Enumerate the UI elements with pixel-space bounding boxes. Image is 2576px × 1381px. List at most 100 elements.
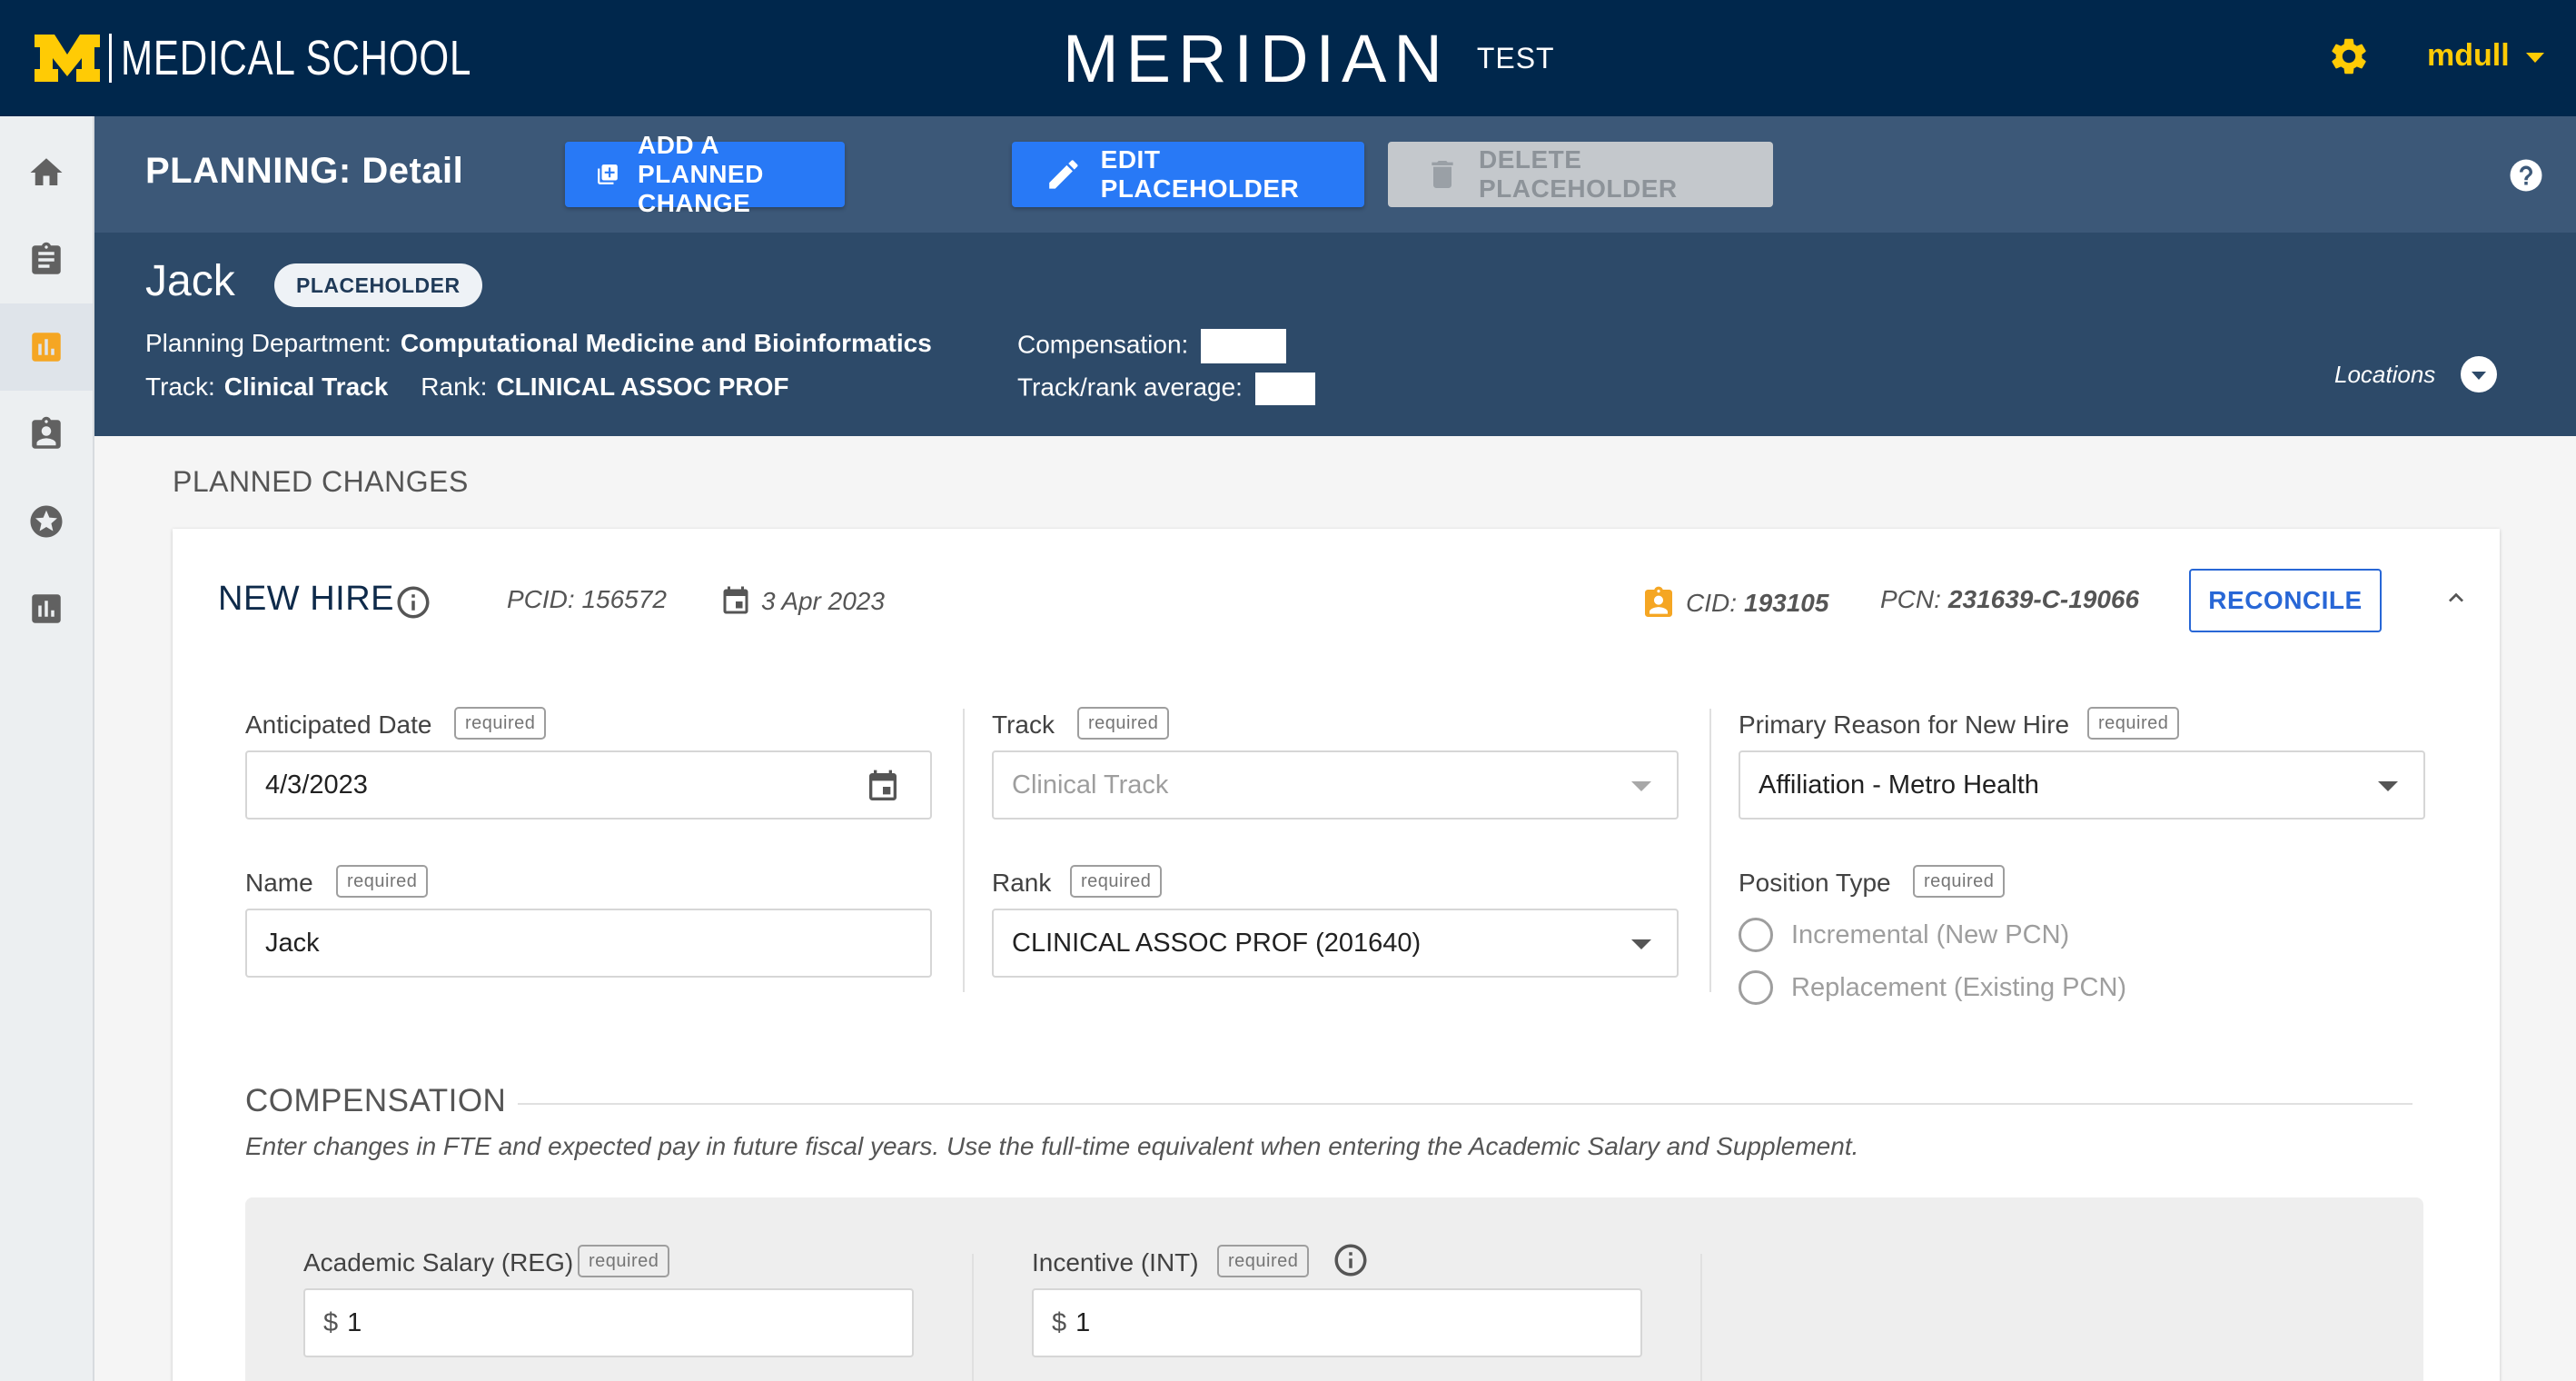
dropdown-arrow-icon — [2378, 781, 2398, 791]
edit-placeholder-label: EDIT PLACEHOLDER — [1100, 145, 1300, 203]
compensation-description: Enter changes in FTE and expected pay in… — [245, 1132, 1859, 1160]
calendar-icon — [723, 586, 748, 614]
track-rank-row: Track: Clinical Track Rank: CLINICAL ASSOC … — [145, 373, 788, 402]
sidebar-item-planning[interactable] — [0, 303, 93, 391]
star-icon — [30, 505, 63, 538]
sidebar-item-favorites[interactable] — [0, 478, 93, 565]
locations-expand-button[interactable] — [2461, 356, 2498, 392]
required-tag: required — [1913, 865, 2006, 898]
block-m-logo-icon — [35, 35, 100, 82]
column-divider — [1700, 1254, 1702, 1381]
required-tag: required — [2087, 707, 2180, 740]
compensation-row: Compensation: — [1017, 329, 1287, 363]
username: mdull — [2427, 38, 2510, 73]
required-tag: required — [578, 1245, 670, 1277]
locations-label: Locations — [2334, 360, 2436, 388]
radio-label: Incremental (New PCN) — [1791, 919, 2070, 949]
placeholder-badge: PLACEHOLDER — [274, 263, 482, 307]
gear-icon[interactable] — [2327, 35, 2371, 78]
column-divider — [963, 709, 965, 992]
track-value: Clinical Track — [223, 373, 389, 401]
change-type-title: NEW HIRE — [218, 580, 394, 618]
page-header: PLANNING: Detail ADD A PLANNED CHANGE ED… — [94, 116, 2576, 233]
pcid: PCID: 156572 — [507, 585, 667, 613]
currency-symbol: $ — [1052, 1307, 1067, 1337]
position-type-replacement-radio[interactable]: Replacement (Existing PCN) — [1739, 970, 2126, 1005]
primary-reason-select[interactable]: Affiliation - Metro Health — [1739, 750, 2425, 820]
info-icon[interactable] — [394, 583, 432, 621]
dropdown-arrow-icon — [1631, 781, 1651, 791]
info-icon[interactable] — [1332, 1241, 1370, 1279]
track-rank-average-row: Track/rank average: — [1017, 373, 1315, 405]
incentive-input[interactable]: $ 1 — [1032, 1288, 1642, 1357]
required-tag: required — [454, 707, 547, 740]
badge-icon — [1645, 586, 1672, 617]
position-type-incremental-radio[interactable]: Incremental (New PCN) — [1739, 918, 2069, 952]
environment-label: TEST — [1476, 41, 1555, 75]
incentive-value: 1 — [1075, 1307, 1091, 1337]
add-box-icon — [598, 164, 618, 184]
academic-salary-input[interactable]: $ 1 — [303, 1288, 914, 1357]
delete-placeholder-label: DELETE PLACEHOLDER — [1478, 145, 1678, 203]
primary-reason-label: Primary Reason for New Hire — [1739, 710, 2070, 739]
anticipated-date-input[interactable]: 4/3/2023 — [245, 750, 932, 820]
rank-select-value: CLINICAL ASSOC PROF (201640) — [1012, 928, 1422, 958]
rank-label: Rank: — [421, 373, 488, 401]
compensation-title: COMPENSATION — [245, 1083, 507, 1118]
edit-placeholder-button[interactable]: EDIT PLACEHOLDER — [1012, 142, 1364, 207]
anticipated-date-value: 4/3/2023 — [265, 770, 368, 800]
help-icon[interactable] — [2507, 156, 2545, 194]
pencil-icon — [1049, 160, 1078, 189]
name-label: Name — [245, 869, 313, 897]
reconcile-button[interactable]: RECONCILE — [2189, 569, 2382, 632]
position-type-label: Position Type — [1739, 869, 1891, 897]
home-icon — [30, 158, 63, 185]
rank-value: CLINICAL ASSOC PROF — [496, 373, 789, 401]
anticipated-date-label: Anticipated Date — [245, 710, 432, 739]
pcn-value: 231639-C-19066 — [1947, 585, 2140, 613]
locations-toggle[interactable]: Locations — [2334, 356, 2498, 392]
compensation-label: Compensation: — [1017, 330, 1189, 359]
delete-placeholder-button[interactable]: DELETE PLACEHOLDER — [1388, 142, 1773, 207]
app-name: MERIDIAN — [1063, 20, 1450, 96]
dropdown-arrow-icon — [1631, 939, 1651, 949]
section-divider — [518, 1103, 2413, 1105]
rank-field-label: Rank — [992, 869, 1052, 897]
name-input[interactable]: Jack — [245, 909, 932, 978]
trash-icon — [1432, 161, 1453, 188]
planning-chart-icon — [32, 333, 61, 362]
track-field-label: Track — [992, 710, 1055, 739]
required-tag: required — [1070, 865, 1163, 898]
currency-symbol: $ — [323, 1307, 339, 1337]
brand-logo[interactable]: MEDICAL SCHOOL — [35, 31, 570, 85]
change-date-value: 3 Apr 2023 — [761, 587, 885, 615]
person-name: Jack — [145, 257, 235, 305]
change-date: 3 Apr 2023 — [719, 585, 885, 618]
chevron-down-icon — [2472, 372, 2487, 380]
track-rank-average-redacted-box — [1254, 373, 1315, 405]
user-menu[interactable]: mdull — [2427, 38, 2544, 74]
chevron-up-icon[interactable] — [2442, 583, 2471, 612]
sidebar-item-tasks[interactable] — [0, 216, 93, 303]
sidebar-item-people[interactable] — [0, 391, 93, 478]
add-planned-change-label: ADD A PLANNED CHANGE — [637, 131, 764, 217]
clipboard-icon — [32, 242, 61, 274]
required-tag: required — [1077, 707, 1170, 740]
calendar-icon[interactable] — [865, 769, 901, 805]
track-select[interactable]: Clinical Track — [992, 750, 1679, 820]
sidebar-item-home[interactable] — [0, 129, 93, 216]
planned-change-card: NEW HIRE PCID: 156572 3 Apr 2023 CID: 193… — [173, 529, 2500, 1381]
column-divider — [972, 1254, 974, 1381]
incentive-label: Incentive (INT) — [1032, 1248, 1199, 1277]
rank-select[interactable]: CLINICAL ASSOC PROF (201640) — [992, 909, 1679, 978]
track-select-value: Clinical Track — [1012, 770, 1169, 800]
add-planned-change-button[interactable]: ADD A PLANNED CHANGE — [565, 131, 845, 217]
track-label: Track: — [145, 373, 215, 401]
compensation-panel: Academic Salary (REG) required $ 1 Incen… — [245, 1197, 2423, 1381]
cid-value: 193105 — [1744, 589, 1829, 617]
brand-text: MEDICAL SCHOOL — [121, 31, 472, 85]
cid: CID: 193105 — [1640, 585, 1828, 621]
sidebar-item-reports[interactable] — [0, 565, 93, 652]
chevron-down-icon — [2525, 53, 2544, 63]
track-rank-average-label: Track/rank average: — [1017, 373, 1243, 402]
